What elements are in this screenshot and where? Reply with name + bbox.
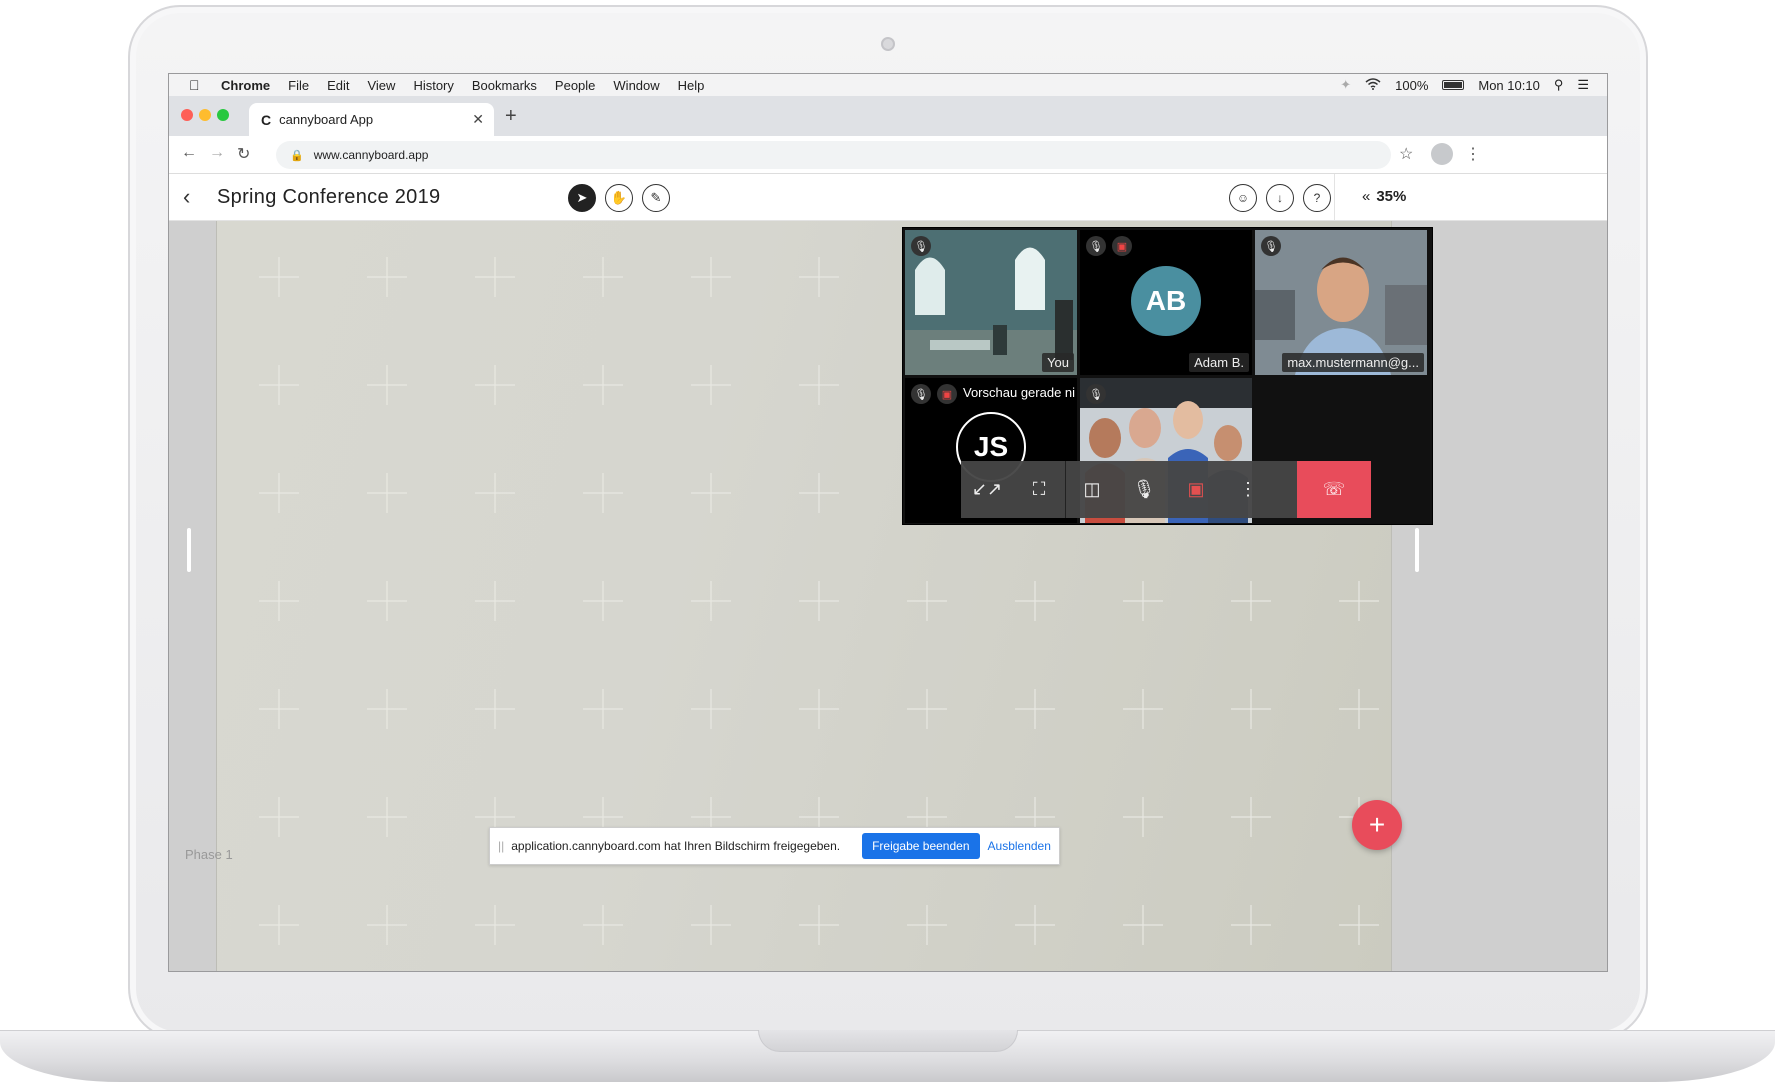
- battery-icon[interactable]: [1442, 80, 1465, 90]
- share-message: application.cannyboard.com hat Ihren Bil…: [511, 839, 841, 853]
- clock[interactable]: Mon 10:10: [1478, 78, 1539, 93]
- minimize-icon[interactable]: ↙↗: [961, 461, 1013, 518]
- mic-icon: 🎙: [1086, 384, 1106, 404]
- video-call-panel[interactable]: 🎙 You 🎙 ▣ AB Adam B. 🎙 max.mustermann@g.…: [902, 227, 1433, 525]
- hang-up-button[interactable]: ☏: [1297, 461, 1371, 518]
- browser-tabstrip: C cannyboard App ✕ +: [169, 96, 1607, 136]
- window-zoom-button[interactable]: [217, 109, 229, 121]
- tab-close-icon[interactable]: ✕: [472, 111, 484, 128]
- pen-tool-button[interactable]: ✎: [642, 184, 670, 212]
- new-tab-button[interactable]: +: [505, 105, 517, 128]
- wifi-icon[interactable]: [1365, 77, 1381, 93]
- drag-handle-icon[interactable]: ||: [498, 839, 504, 853]
- laptop-camera: [881, 37, 895, 51]
- mic-icon: 🎙: [911, 384, 931, 404]
- select-tool-button[interactable]: ➤: [568, 184, 596, 212]
- avatar: AB: [1131, 266, 1201, 336]
- menu-help[interactable]: Help: [678, 78, 705, 93]
- menu-window[interactable]: Window: [613, 78, 659, 93]
- participant-name: Adam B.: [1189, 353, 1249, 372]
- mac-menubar:  Chrome File Edit View History Bookmark…: [169, 74, 1607, 96]
- screen:  Chrome File Edit View History Bookmark…: [168, 73, 1608, 972]
- help-button[interactable]: ?: [1303, 184, 1331, 212]
- battery-percent: 100%: [1395, 77, 1429, 93]
- collapse-chevrons-icon: «: [1362, 188, 1371, 205]
- notification-center-icon[interactable]: ☰: [1577, 77, 1589, 93]
- hand-tool-button[interactable]: ✋: [605, 184, 633, 212]
- phase-label: Phase 1: [185, 847, 233, 862]
- spotlight-search-icon[interactable]: ⚲: [1554, 77, 1564, 93]
- board-title: Spring Conference 2019: [217, 186, 441, 208]
- cannyboard-favicon: C: [261, 111, 272, 128]
- fullscreen-icon[interactable]: ⛶: [1013, 461, 1065, 518]
- chrome-menu-icon[interactable]: ⋮: [1465, 144, 1481, 164]
- menu-edit[interactable]: Edit: [327, 78, 349, 93]
- window-minimize-button[interactable]: [199, 109, 211, 121]
- camera-off-icon: ▣: [937, 384, 957, 404]
- screen-share-notice: || application.cannyboard.com hat Ihren …: [489, 827, 1060, 865]
- participants-icon[interactable]: ☺: [1229, 184, 1257, 212]
- bookmark-star-icon[interactable]: ☆: [1399, 144, 1413, 164]
- tab-title: cannyboard App: [279, 112, 374, 127]
- address-bar[interactable]: 🔒 www.cannyboard.app: [276, 141, 1391, 169]
- laptop-notch: [758, 1030, 1018, 1052]
- mic-icon: 🎙: [1086, 236, 1106, 256]
- browser-toolbar: ← → ↻ 🔒 www.cannyboard.app ☆ ⋮: [169, 136, 1607, 174]
- menu-file[interactable]: File: [288, 78, 309, 93]
- call-controls: ↙↗ ⛶ ◫ 🎙 ▣ ⋮ ☏: [961, 461, 1371, 518]
- app-header: ‹ Spring Conference 2019 ➤ ✋ ✎ ☺ ↓ ? « 35…: [169, 174, 1607, 221]
- camera-off-icon: ▣: [1112, 236, 1132, 256]
- participant-name: max.mustermann@g...: [1282, 353, 1424, 372]
- back-arrow-icon[interactable]: ←: [181, 144, 197, 162]
- zoom-control[interactable]: « 35%: [1362, 188, 1406, 205]
- left-resize-handle[interactable]: [187, 528, 191, 572]
- video-tile-adam[interactable]: 🎙 ▣ AB Adam B.: [1080, 230, 1252, 375]
- participant-name: You: [1042, 353, 1074, 372]
- mic-icon: 🎙: [911, 236, 931, 256]
- add-button[interactable]: +: [1352, 800, 1402, 850]
- header-divider: [1334, 174, 1335, 221]
- reload-icon[interactable]: ↻: [237, 144, 250, 164]
- video-tile-you[interactable]: 🎙 You: [905, 230, 1077, 375]
- back-chevron-icon[interactable]: ‹: [183, 184, 190, 210]
- menu-bookmarks[interactable]: Bookmarks: [472, 78, 537, 93]
- menu-view[interactable]: View: [367, 78, 395, 93]
- canvas-area: Phase 1 🎙 You 🎙 ▣ AB Adam B. 🎙 max.muste…: [169, 221, 1607, 971]
- profile-avatar-icon[interactable]: [1431, 143, 1453, 165]
- mic-icon: 🎙: [1261, 236, 1281, 256]
- video-tile-max[interactable]: 🎙 max.mustermann@g...: [1255, 230, 1427, 375]
- right-resize-handle[interactable]: [1415, 528, 1419, 572]
- hide-button[interactable]: Ausblenden: [988, 839, 1051, 853]
- window-close-button[interactable]: [181, 109, 193, 121]
- menu-history[interactable]: History: [413, 78, 453, 93]
- menu-chrome[interactable]: Chrome: [221, 78, 270, 93]
- microphone-toggle-icon[interactable]: 🎙: [1118, 461, 1170, 518]
- download-icon[interactable]: ↓: [1266, 184, 1294, 212]
- forward-arrow-icon[interactable]: →: [209, 144, 225, 162]
- browser-tab[interactable]: C cannyboard App ✕: [249, 103, 494, 136]
- screen-share-icon[interactable]: ▣: [1170, 461, 1222, 518]
- zoom-level: 35%: [1376, 188, 1407, 205]
- menu-people[interactable]: People: [555, 78, 595, 93]
- camera-toggle-icon[interactable]: ◫: [1066, 461, 1118, 518]
- bluetooth-icon[interactable]: ✦: [1340, 77, 1351, 93]
- more-options-icon[interactable]: ⋮: [1222, 461, 1274, 518]
- lock-icon[interactable]: 🔒: [290, 149, 304, 162]
- preview-note: Vorschau gerade ni: [963, 385, 1076, 400]
- stop-sharing-button[interactable]: Freigabe beenden: [862, 833, 980, 859]
- apple-icon[interactable]: : [189, 77, 207, 93]
- url-text: www.cannyboard.app: [313, 148, 429, 162]
